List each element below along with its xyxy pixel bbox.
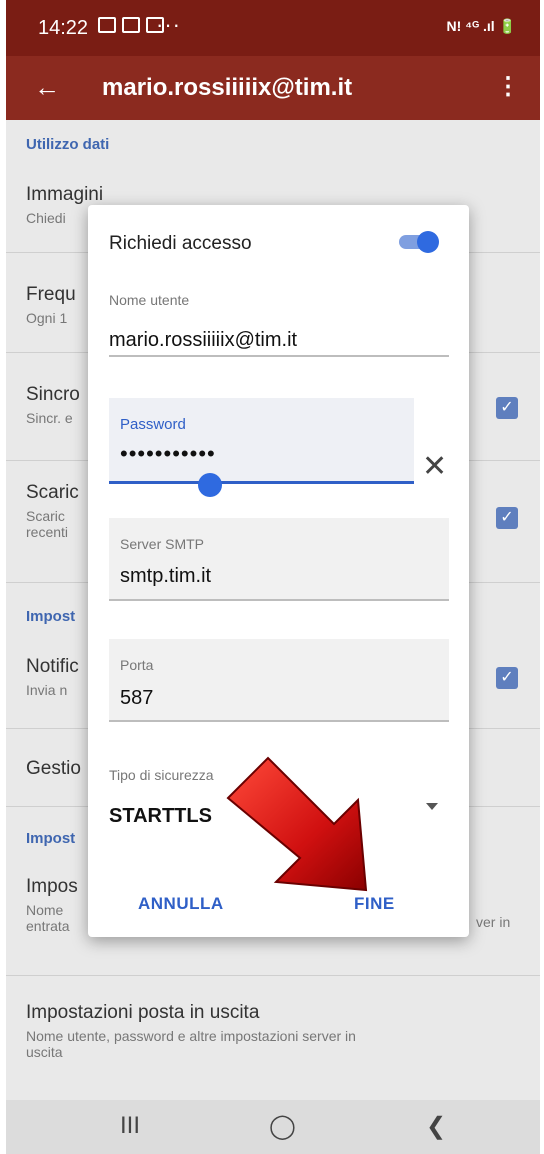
phone-screen: 14:22 ··· N! ⁴ᴳ .ıl 🔋 ← mario.rossiiiiix… [6, 0, 540, 1154]
red-arrow-annotation [226, 756, 368, 892]
arrow-shape [226, 756, 368, 892]
